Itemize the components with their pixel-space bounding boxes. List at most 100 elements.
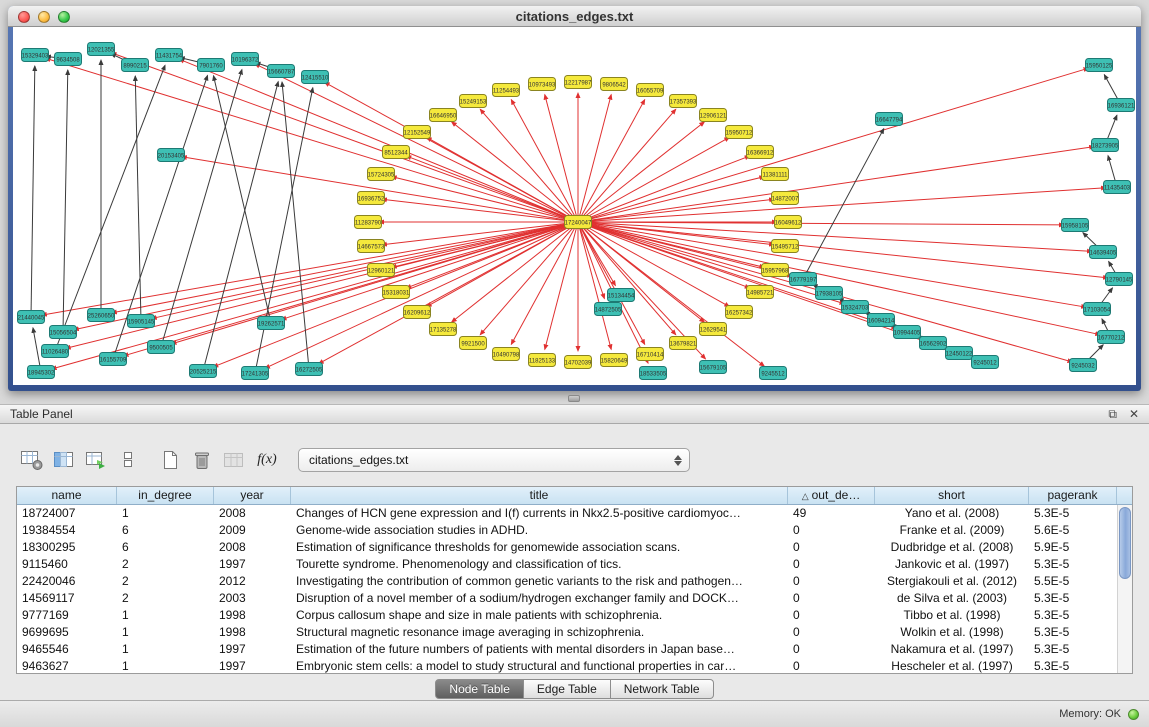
close-window-button[interactable] (18, 11, 30, 23)
graph-node[interactable]: 12152549 (404, 126, 432, 139)
tab-network-table[interactable]: Network Table (611, 679, 714, 699)
graph-node[interactable]: 9921500 (460, 337, 487, 350)
graph-node[interactable]: 16049612 (775, 216, 803, 229)
graph-node[interactable]: 10490798 (493, 348, 521, 361)
table-disabled-button[interactable] (218, 445, 250, 475)
graph-node[interactable]: 16770212 (1098, 331, 1126, 344)
graph-node[interactable]: 25260650 (88, 309, 116, 322)
graph-node[interactable]: 12021355 (88, 43, 116, 56)
graph-node[interactable]: 7901760 (198, 59, 225, 72)
graph-node[interactable]: 16562902 (920, 337, 948, 350)
graph-node[interactable]: 16257342 (726, 306, 754, 319)
graph-node[interactable]: 17240047 (565, 216, 593, 229)
table-row[interactable]: 2242004622012Investigating the contribut… (17, 573, 1117, 590)
function-builder-button[interactable]: f(x) (250, 445, 284, 475)
graph-node[interactable]: 16936121 (1108, 99, 1136, 112)
table-row[interactable]: 946554611997Estimation of the future num… (17, 641, 1117, 658)
tab-edge-table[interactable]: Edge Table (524, 679, 611, 699)
graph-node[interactable]: 14702039 (565, 356, 593, 369)
graph-node[interactable]: 16055709 (637, 84, 665, 97)
graph-node[interactable]: 9245032 (1070, 359, 1097, 372)
graph-node[interactable]: 20525215 (190, 365, 218, 378)
table-selector-dropdown[interactable]: citations_edges.txt (298, 448, 690, 472)
graph-node[interactable]: 11283790 (355, 216, 382, 229)
graph-node[interactable]: 11825133 (529, 354, 556, 367)
column-header-out-degree[interactable]: △out_de… (788, 487, 875, 504)
column-header-year[interactable]: year (214, 487, 291, 504)
float-panel-icon[interactable]: ⧉ (1108, 408, 1117, 420)
graph-node[interactable]: 11026480 (42, 345, 69, 358)
graph-node[interactable]: 18533505 (640, 367, 668, 380)
graph-node[interactable]: 15318031 (383, 286, 411, 299)
graph-node[interactable]: 16272505 (296, 363, 324, 376)
graph-node[interactable]: 15329403 (22, 49, 50, 62)
scrollbar-thumb[interactable] (1119, 507, 1131, 579)
graph-node[interactable]: 15724305 (368, 168, 396, 181)
graph-node[interactable]: 15820649 (601, 354, 629, 367)
column-header-name[interactable]: name (17, 487, 117, 504)
graph-node[interactable]: 18273905 (1092, 139, 1120, 152)
table-row[interactable]: 1456911722003Disruption of a novel membe… (17, 590, 1117, 607)
graph-node[interactable]: 17241305 (242, 367, 270, 380)
graph-node[interactable]: 12415510 (302, 71, 330, 84)
network-canvas[interactable]: 17240047 16049612 15495712 15957968 14985721… (13, 27, 1136, 385)
graph-node[interactable]: 15056504 (50, 326, 78, 339)
graph-node[interactable]: 20153405 (158, 149, 186, 162)
import-columns-button[interactable] (80, 445, 112, 475)
graph-node[interactable]: 17135278 (430, 323, 458, 336)
graph-node[interactable]: 9634508 (55, 53, 82, 66)
graph-node[interactable]: 21440045 (18, 311, 46, 324)
graph-node[interactable]: 16209612 (404, 306, 432, 319)
graph-node[interactable]: 19262571 (258, 317, 286, 330)
graph-node[interactable]: 11431754 (156, 49, 183, 62)
table-row[interactable]: 911546021997Tourette syndrome. Phenomeno… (17, 556, 1117, 573)
graph-node[interactable]: 15495712 (772, 240, 800, 253)
graph-node[interactable]: 18945302 (28, 366, 56, 379)
row-options-button[interactable] (112, 445, 144, 475)
graph-node[interactable]: 15905145 (128, 315, 156, 328)
window-titlebar[interactable]: citations_edges.txt (8, 6, 1141, 27)
table-vertical-scrollbar[interactable] (1117, 505, 1132, 673)
graph-node[interactable]: 14639405 (1090, 246, 1118, 259)
graph-node[interactable]: 10196372 (232, 53, 260, 66)
graph-node[interactable]: 9245512 (760, 367, 787, 380)
graph-node[interactable]: 16710414 (637, 348, 665, 361)
graph-node[interactable]: 15134454 (608, 289, 636, 302)
graph-node[interactable]: 8512344 (383, 146, 410, 159)
graph-node[interactable]: 14872007 (772, 192, 800, 205)
delete-table-button[interactable] (186, 445, 218, 475)
column-header-in-degree[interactable]: in_degree (117, 487, 214, 504)
graph-node[interactable]: 15660787 (268, 65, 296, 78)
graph-node[interactable]: 14985721 (747, 286, 775, 299)
table-row[interactable]: 1872400712008Changes of HCN gene express… (17, 505, 1117, 522)
graph-node[interactable]: 16779197 (790, 273, 818, 286)
graph-node[interactable]: 14667573 (358, 240, 386, 253)
graph-node[interactable]: 12629541 (700, 323, 728, 336)
graph-node[interactable]: 9500505 (148, 341, 175, 354)
graph-node[interactable]: 17938105 (816, 287, 844, 300)
graph-node[interactable]: 15679105 (700, 361, 728, 374)
graph-node[interactable]: 11381111 (762, 168, 789, 181)
graph-node[interactable]: 9245012 (972, 356, 999, 369)
select-columns-button[interactable] (48, 445, 80, 475)
graph-node[interactable]: 11435403 (1104, 181, 1131, 194)
graph-node[interactable]: 16366912 (747, 146, 775, 159)
graph-node[interactable]: 15950712 (726, 126, 754, 139)
graph-node[interactable]: 14872505 (595, 303, 623, 316)
table-row[interactable]: 946362711997Embryonic stem cells: a mode… (17, 658, 1117, 674)
table-row[interactable]: 1938455462009Genome-wide association stu… (17, 522, 1117, 539)
graph-node[interactable]: 15957968 (762, 264, 790, 277)
graph-node[interactable]: 15324703 (842, 301, 870, 314)
close-panel-icon[interactable]: ✕ (1129, 408, 1139, 420)
graph-node[interactable]: 12217987 (565, 76, 593, 89)
table-row[interactable]: 969969511998Structural magnetic resonanc… (17, 624, 1117, 641)
graph-node[interactable]: 17357393 (670, 95, 698, 108)
new-table-button[interactable] (154, 445, 186, 475)
graph-node[interactable]: 16094214 (868, 314, 896, 327)
table-row[interactable]: 977716911998Corpus callosum shape and si… (17, 607, 1117, 624)
graph-node[interactable]: 12906121 (700, 109, 728, 122)
column-header-pagerank[interactable]: pagerank (1029, 487, 1117, 504)
graph-node[interactable]: 13679821 (670, 337, 698, 350)
graph-node[interactable]: 16647794 (876, 113, 904, 126)
graph-node[interactable]: 12450122 (946, 347, 974, 360)
